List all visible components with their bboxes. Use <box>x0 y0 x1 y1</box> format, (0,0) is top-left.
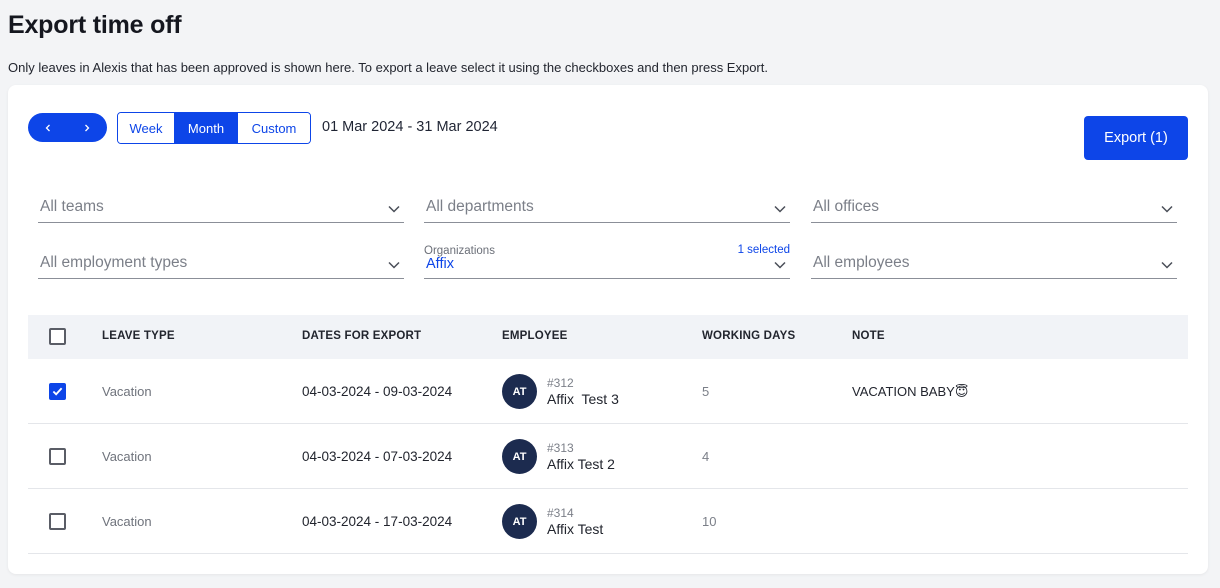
departments-filter-value: All departments <box>426 198 534 215</box>
note-cell: VACATION BABY😇 <box>852 384 969 399</box>
chevron-down-icon <box>388 205 400 213</box>
chevron-right-icon <box>85 124 90 131</box>
working-days-cell: 5 <box>702 384 710 399</box>
employees-filter-value: All employees <box>813 254 910 271</box>
prev-period-button[interactable] <box>28 113 68 142</box>
period-custom-button[interactable]: Custom <box>238 113 310 143</box>
leave-type-cell: Vacation <box>102 514 152 529</box>
avatar: AT <box>502 439 537 474</box>
header-dates: DATES FOR EXPORT <box>302 330 422 342</box>
employee-id: #312 <box>547 376 574 390</box>
chevron-left-icon <box>45 124 50 131</box>
employment-types-filter-value: All employment types <box>40 254 188 271</box>
leave-type-cell: Vacation <box>102 384 152 399</box>
table-row: Vacation 04-03-2024 - 07-03-2024 AT #313… <box>28 424 1188 489</box>
table-row: Vacation 04-03-2024 - 09-03-2024 AT #312… <box>28 359 1188 424</box>
employee-id: #314 <box>547 506 574 520</box>
select-all-checkbox[interactable] <box>49 328 66 345</box>
header-leave-type: LEAVE TYPE <box>102 330 175 342</box>
working-days-cell: 10 <box>702 514 717 529</box>
teams-filter[interactable]: All teams <box>38 195 404 223</box>
period-month-button[interactable]: Month <box>175 113 238 143</box>
dates-cell: 04-03-2024 - 07-03-2024 <box>302 449 453 464</box>
employment-types-filter[interactable]: All employment types <box>38 251 404 279</box>
table-header: LEAVE TYPE DATES FOR EXPORT EMPLOYEE WOR… <box>28 315 1188 359</box>
period-week-button[interactable]: Week <box>118 113 175 143</box>
period-toggle: Week Month Custom <box>117 112 311 144</box>
departments-filter[interactable]: All departments <box>424 195 790 223</box>
avatar: AT <box>502 374 537 409</box>
dates-cell: 04-03-2024 - 17-03-2024 <box>302 514 453 529</box>
leave-type-cell: Vacation <box>102 449 152 464</box>
next-period-button[interactable] <box>68 113 108 142</box>
teams-filter-value: All teams <box>40 198 104 215</box>
employee-name: Affix Test 3 <box>547 391 619 407</box>
chevron-down-icon <box>388 261 400 269</box>
checkmark-icon <box>52 387 63 396</box>
chevron-down-icon <box>774 205 786 213</box>
row-checkbox[interactable] <box>49 383 66 400</box>
header-working-days: WORKING DAYS <box>702 330 796 342</box>
offices-filter[interactable]: All offices <box>811 195 1177 223</box>
row-checkbox[interactable] <box>49 513 66 530</box>
dates-cell: 04-03-2024 - 09-03-2024 <box>302 384 453 399</box>
date-range: 01 Mar 2024 - 31 Mar 2024 <box>322 119 498 135</box>
working-days-cell: 4 <box>702 449 710 464</box>
export-button[interactable]: Export (1) <box>1084 116 1188 160</box>
page-title: Export time off <box>8 11 182 39</box>
chevron-down-icon <box>774 261 786 269</box>
page-description: Only leaves in Alexis that has been appr… <box>8 60 768 75</box>
employee-name: Affix Test <box>547 521 604 537</box>
organizations-filter-value: Affix <box>426 256 454 272</box>
header-note: NOTE <box>852 330 885 342</box>
avatar: AT <box>502 504 537 539</box>
organizations-filter[interactable]: Organizations 1 selected Affix <box>424 244 790 279</box>
export-card: Week Month Custom 01 Mar 2024 - 31 Mar 2… <box>8 85 1208 574</box>
table-row: Vacation 04-03-2024 - 17-03-2024 AT #314… <box>28 489 1188 554</box>
row-checkbox[interactable] <box>49 448 66 465</box>
leaves-table: LEAVE TYPE DATES FOR EXPORT EMPLOYEE WOR… <box>28 315 1188 554</box>
organizations-selected-count: 1 selected <box>737 244 790 256</box>
employee-id: #313 <box>547 441 574 455</box>
employee-name: Affix Test 2 <box>547 456 615 472</box>
chevron-down-icon <box>1161 205 1173 213</box>
chevron-down-icon <box>1161 261 1173 269</box>
offices-filter-value: All offices <box>813 198 880 215</box>
header-employee: EMPLOYEE <box>502 330 568 342</box>
period-nav <box>28 113 107 142</box>
employees-filter[interactable]: All employees <box>811 251 1177 279</box>
